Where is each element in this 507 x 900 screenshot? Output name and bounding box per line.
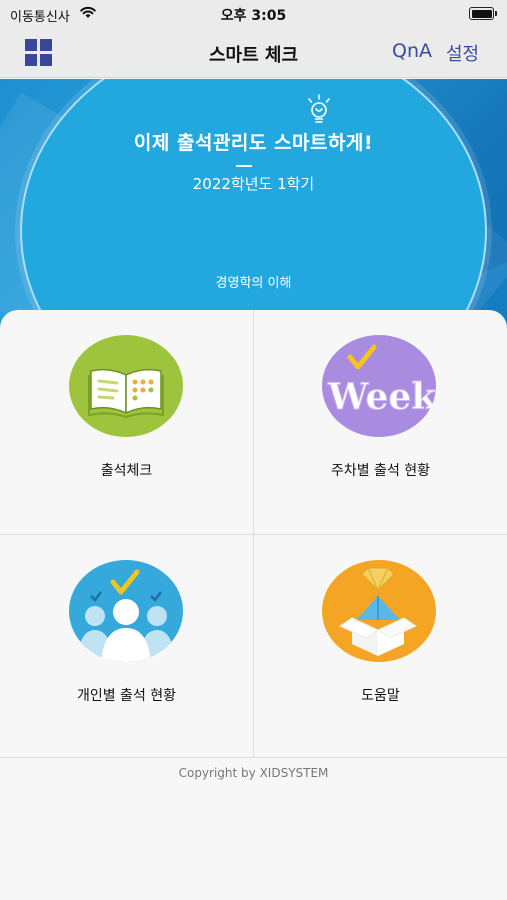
banner-ellipse xyxy=(20,79,487,339)
book-icon xyxy=(69,335,183,437)
individual-attendance-tile[interactable]: 개인별 출석 현황 xyxy=(0,535,253,759)
grid-menu-icon[interactable] xyxy=(25,39,53,67)
qna-button[interactable]: QnA xyxy=(392,40,432,62)
people-check-icon xyxy=(69,560,183,662)
status-bar: 이동통신사 오후 3:05 xyxy=(0,0,507,28)
banner-headline: 이제 출석관리도 스마트하게! xyxy=(133,132,374,154)
weekly-attendance-tile[interactable]: Week 주차별 출석 현황 xyxy=(254,310,507,534)
week-icon-text: Week xyxy=(327,376,436,418)
help-box-icon xyxy=(322,560,436,662)
week-icon: Week xyxy=(322,335,436,437)
settings-button[interactable]: 설정 xyxy=(446,40,479,66)
attendance-check-label: 출석체크 xyxy=(100,463,153,479)
banner-divider xyxy=(236,165,252,167)
semester-label: 2022학년도 1학기 xyxy=(192,175,315,193)
help-tile[interactable]: 도움말 xyxy=(254,535,507,759)
menu-grid: 출석체크 Week 주차별 출석 현황 개인별 출석 현황 도움말 xyxy=(0,310,507,758)
individual-attendance-label: 개인별 출석 현황 xyxy=(76,688,177,704)
lightbulb-icon xyxy=(308,94,330,123)
hero-banner: 이제 출석관리도 스마트하게! 2022학년도 1학기 경영학의 이해 xyxy=(0,79,507,339)
attendance-check-tile[interactable]: 출석체크 xyxy=(0,310,253,534)
copyright-text: Copyright by XIDSYSTEM xyxy=(178,766,329,780)
nav-bar: 스마트 체크 QnA 설정 xyxy=(0,28,507,78)
clock: 오후 3:05 xyxy=(220,8,287,24)
course-name: 경영학의 이해 xyxy=(215,276,292,291)
help-label: 도움말 xyxy=(361,688,400,704)
weekly-attendance-label: 주차별 출석 현황 xyxy=(330,463,431,479)
battery-icon xyxy=(469,7,497,20)
